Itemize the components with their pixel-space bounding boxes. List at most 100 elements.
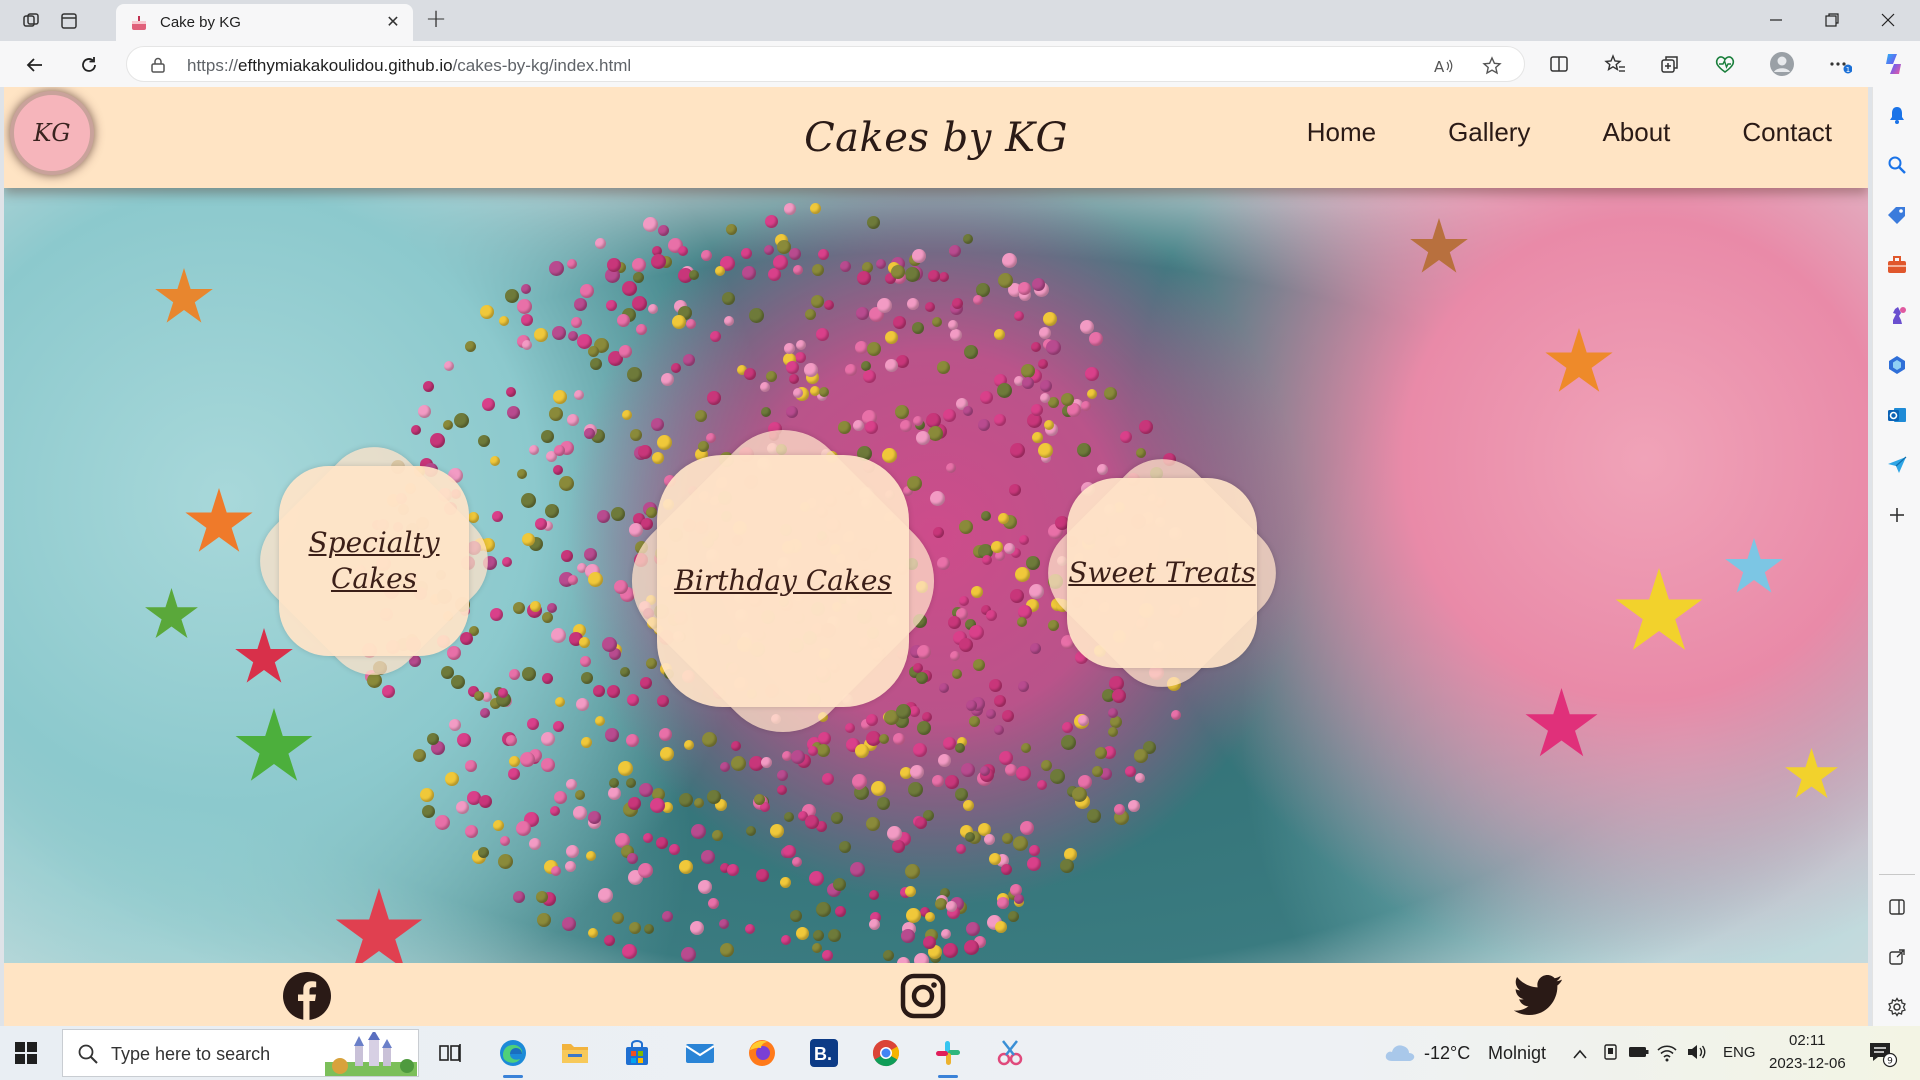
sprinkle-decoration: [979, 390, 993, 404]
orange-star-decoration: [155, 268, 213, 323]
category-sweet-treats[interactable]: Sweet Treats: [1027, 438, 1297, 708]
copilot-icon[interactable]: [1880, 50, 1908, 78]
workspaces-icon[interactable]: [18, 8, 44, 34]
sprinkle-decoration: [584, 547, 598, 561]
sprinkle-decoration: [866, 714, 879, 727]
vertical-tabs-icon[interactable]: [56, 8, 82, 34]
sprinkle-decoration: [904, 864, 920, 880]
weather-desc[interactable]: Molnigt: [1488, 1043, 1546, 1064]
meet-now-icon[interactable]: [1602, 1042, 1622, 1066]
sprinkle-decoration: [434, 815, 450, 831]
settings-more-icon[interactable]: 1: [1826, 50, 1854, 78]
booking-icon[interactable]: B.: [807, 1036, 841, 1070]
sprinkle-decoration: [579, 636, 591, 648]
weather-cloud-icon[interactable]: [1384, 1041, 1416, 1067]
url-field[interactable]: https://efthymiakakoulidou.github.io/cak…: [126, 46, 1525, 82]
shopping-tag-icon[interactable]: [1885, 203, 1909, 227]
mail-icon[interactable]: [683, 1036, 717, 1070]
search-icon[interactable]: [1885, 153, 1909, 177]
sprinkle-decoration: [410, 424, 421, 435]
volume-icon[interactable]: [1686, 1042, 1708, 1066]
sprinkle-decoration: [528, 838, 541, 851]
windows-start-icon[interactable]: [14, 1041, 38, 1065]
sprinkle-decoration: [1020, 742, 1031, 753]
active-tab[interactable]: Cake by KG ✕: [116, 4, 413, 41]
microsoft-store-icon[interactable]: [620, 1036, 654, 1070]
nav-about[interactable]: About: [1602, 117, 1670, 148]
sprinkle-decoration: [943, 942, 958, 958]
collections-icon[interactable]: [1656, 50, 1684, 78]
sprinkle-decoration: [819, 387, 830, 398]
outlook-icon[interactable]: [1885, 403, 1909, 427]
games-chess-icon[interactable]: [1885, 303, 1909, 327]
sprinkle-decoration: [609, 777, 619, 788]
read-aloud-icon[interactable]: A: [1433, 55, 1455, 77]
open-external-icon[interactable]: [1885, 945, 1909, 969]
close-window-icon[interactable]: [1860, 0, 1916, 40]
favorite-star-icon[interactable]: [1481, 55, 1503, 77]
sprinkle-decoration: [659, 727, 673, 741]
sprinkle-decoration: [454, 413, 469, 429]
profile-avatar-icon[interactable]: [1768, 50, 1796, 78]
sprinkle-decoration: [680, 946, 696, 962]
sprinkle-decoration: [645, 657, 657, 669]
nav-contact[interactable]: Contact: [1742, 117, 1832, 148]
firefox-icon[interactable]: [745, 1036, 779, 1070]
chrome-icon[interactable]: [869, 1036, 903, 1070]
slack-icon[interactable]: [931, 1036, 965, 1078]
tab-close-icon[interactable]: ✕: [383, 12, 403, 32]
new-tab-icon[interactable]: +: [422, 6, 450, 34]
task-view-icon[interactable]: [433, 1036, 467, 1070]
snipping-tool-icon[interactable]: [993, 1036, 1027, 1070]
facebook-icon[interactable]: [282, 971, 332, 1021]
language-indicator[interactable]: ENG: [1723, 1044, 1756, 1061]
sprinkle-decoration: [571, 316, 583, 328]
browser-essentials-icon[interactable]: [1711, 50, 1739, 78]
drop-send-icon[interactable]: [1885, 453, 1909, 477]
refresh-icon[interactable]: [74, 50, 104, 80]
weather-temp[interactable]: -12°C: [1424, 1043, 1470, 1064]
microsoft-365-icon[interactable]: [1885, 353, 1909, 377]
taskbar-search-input[interactable]: Type here to search: [62, 1029, 419, 1077]
notification-bell-icon[interactable]: [1885, 103, 1909, 127]
sprinkle-decoration: [587, 810, 601, 824]
category-specialty-cakes[interactable]: Specialty Cakes: [239, 426, 509, 696]
sprinkle-decoration: [877, 298, 893, 314]
favorites-icon[interactable]: [1601, 50, 1629, 78]
battery-icon[interactable]: [1628, 1044, 1650, 1064]
sprinkle-decoration: [796, 927, 810, 941]
back-arrow-icon[interactable]: [20, 50, 50, 80]
notification-center-icon[interactable]: 9: [1868, 1040, 1898, 1072]
sprinkle-decoration: [528, 444, 539, 455]
edge-browser-icon[interactable]: [496, 1036, 530, 1078]
sprinkle-decoration: [701, 849, 716, 864]
nav-gallery[interactable]: Gallery: [1448, 117, 1530, 148]
file-explorer-icon[interactable]: [558, 1036, 592, 1070]
split-screen-icon[interactable]: [1545, 50, 1573, 78]
sprinkle-decoration: [924, 912, 935, 923]
hide-sidebar-icon[interactable]: [1885, 895, 1909, 919]
add-sidebar-app-icon[interactable]: [1885, 503, 1909, 527]
sprinkle-decoration: [679, 793, 694, 808]
sprinkle-decoration: [443, 419, 454, 430]
twitter-icon[interactable]: [1514, 971, 1564, 1021]
clock-date[interactable]: 2023-12-06: [1769, 1055, 1846, 1072]
sprinkle-decoration: [939, 682, 950, 693]
clock-time[interactable]: 02:11: [1789, 1032, 1825, 1049]
instagram-icon[interactable]: [898, 971, 948, 1021]
nav-home[interactable]: Home: [1307, 117, 1376, 148]
green-star-decoration: [145, 588, 198, 639]
sprinkle-decoration: [645, 506, 657, 518]
chevron-up-icon[interactable]: [1572, 1045, 1588, 1064]
sprinkle-decoration: [500, 836, 511, 847]
lock-icon[interactable]: [149, 56, 167, 74]
minimize-icon[interactable]: [1748, 0, 1804, 40]
tools-briefcase-icon[interactable]: [1885, 253, 1909, 277]
sprinkle-decoration: [529, 600, 541, 612]
category-birthday-cakes[interactable]: Birthday Cakes: [604, 402, 962, 760]
sidebar-settings-gear-icon[interactable]: [1885, 995, 1909, 1019]
restore-icon[interactable]: [1804, 0, 1860, 40]
sprinkle-decoration: [598, 888, 614, 904]
wifi-icon[interactable]: [1656, 1042, 1678, 1066]
sprinkle-decoration: [996, 382, 1012, 398]
